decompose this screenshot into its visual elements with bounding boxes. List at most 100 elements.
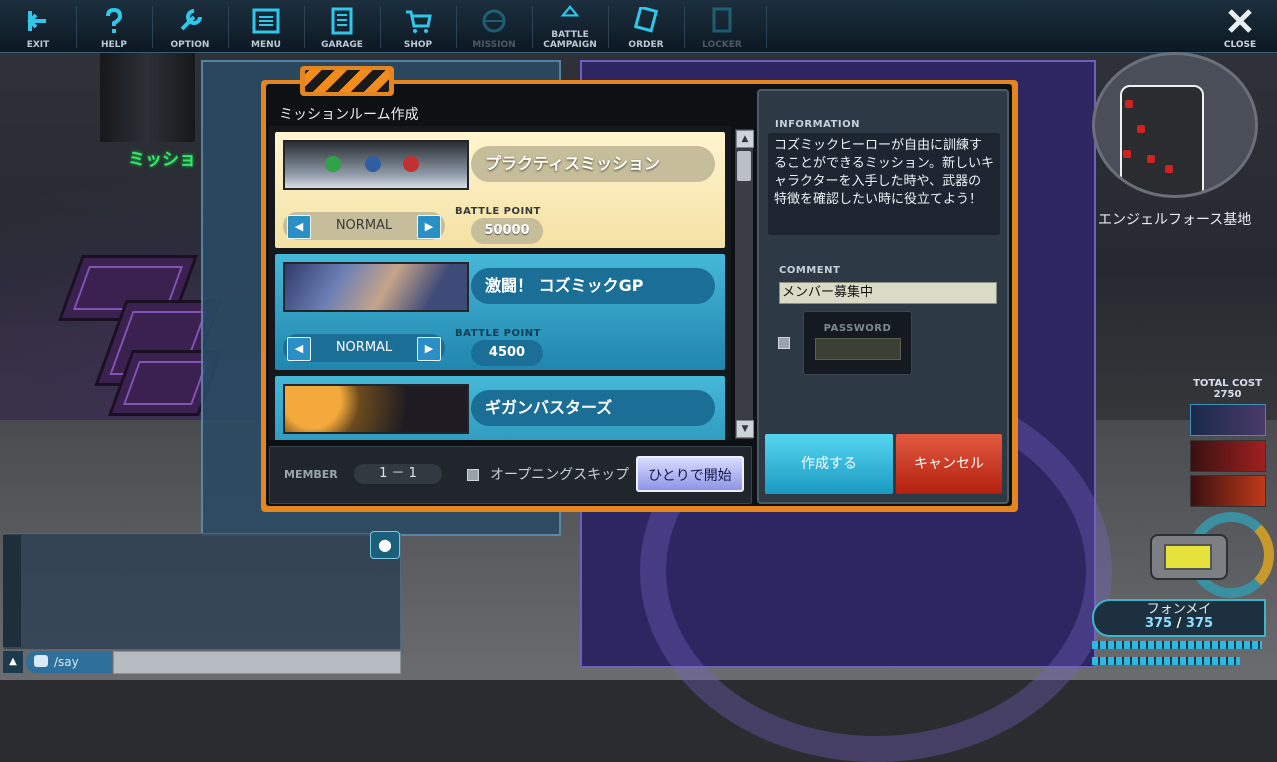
- mission-icon: [482, 9, 506, 33]
- opening-skip-label: オープニングスキップ: [490, 467, 630, 483]
- battle-point-label: BATTLE POINT: [455, 206, 541, 217]
- password-checkbox[interactable]: [778, 337, 790, 349]
- chat-log[interactable]: [3, 533, 401, 650]
- battle-point-value: 4500: [471, 340, 543, 366]
- scroll-thumb[interactable]: [737, 151, 751, 181]
- difficulty-prev-button[interactable]: ◀: [287, 337, 311, 361]
- help-label: HELP: [100, 40, 127, 50]
- opening-skip-checkbox[interactable]: [467, 469, 479, 481]
- chat-scrollbar[interactable]: [3, 535, 21, 647]
- mission-list-scrollbar[interactable]: ▲ ▼: [735, 129, 754, 439]
- option-label: OPTION: [170, 40, 210, 50]
- location-name: エンジェルフォース基地: [1098, 212, 1252, 228]
- password-box: PASSWORD: [803, 311, 912, 375]
- garage-button[interactable]: GARAGE: [304, 0, 380, 52]
- battle-campaign-button[interactable]: BATTLE CAMPAIGN: [532, 0, 608, 52]
- close-button[interactable]: CLOSE: [1203, 0, 1277, 52]
- help-icon: [106, 7, 123, 33]
- hp-separator: /: [1176, 616, 1182, 631]
- close-icon: [1228, 9, 1252, 33]
- mission-thumbnail: [283, 140, 469, 190]
- locker-label: LOCKER: [702, 40, 742, 50]
- sp-bar: [1092, 657, 1240, 665]
- exit-label: EXIT: [26, 40, 50, 50]
- difficulty-value: NORMAL: [335, 340, 393, 355]
- hp-bar: [1092, 641, 1262, 649]
- shop-button[interactable]: SHOP: [380, 0, 456, 52]
- chat-bar: ▲ /say: [3, 651, 401, 674]
- mission-card-cosmic-gp[interactable]: 激闘！ コズミックGP ◀ NORMAL ▶ BATTLE POINT 4500: [275, 254, 725, 370]
- team-portrait[interactable]: [1190, 440, 1266, 472]
- hp-max: 375: [1185, 616, 1214, 631]
- mission-thumbnail: [283, 262, 469, 312]
- exit-button[interactable]: EXIT: [0, 0, 76, 52]
- chat-bubble-icon: ●: [378, 535, 392, 554]
- minimap[interactable]: [1092, 52, 1258, 198]
- chat-input[interactable]: [113, 651, 401, 674]
- mission-name: ギガンバスターズ: [471, 390, 715, 426]
- shop-label: SHOP: [403, 40, 433, 50]
- difficulty-value: NORMAL: [335, 218, 393, 233]
- password-input[interactable]: [815, 338, 901, 360]
- comment-heading: COMMENT: [779, 265, 841, 276]
- scroll-down-button[interactable]: ▼: [736, 420, 754, 438]
- difficulty-selector: ◀ NORMAL ▶: [283, 334, 445, 362]
- battle-point-value: 50000: [471, 218, 543, 244]
- mission-card-practice[interactable]: プラクティスミッション ◀ NORMAL ▶ BATTLE POINT 5000…: [275, 132, 725, 248]
- minimap-marker: [1125, 100, 1133, 108]
- chat-toggle-button[interactable]: ●: [370, 531, 400, 559]
- dialog-title: ミッションルーム作成: [279, 107, 419, 123]
- locker-button[interactable]: LOCKER: [684, 0, 760, 52]
- hp-current: 375: [1144, 616, 1173, 631]
- help-button[interactable]: HELP: [76, 0, 152, 52]
- mission-name: 激闘！ コズミックGP: [471, 268, 715, 304]
- solo-start-button[interactable]: ひとりで開始: [636, 456, 744, 492]
- locker-icon: [712, 7, 732, 33]
- minimap-marker: [1123, 150, 1131, 158]
- minimap-marker: [1165, 165, 1173, 173]
- pillar: [100, 52, 195, 142]
- order-button[interactable]: ORDER: [608, 0, 684, 52]
- total-cost-value: 2750: [1213, 389, 1242, 400]
- information-heading: INFORMATION: [775, 119, 860, 130]
- mission-thumbnail: [283, 384, 469, 434]
- chat-mode-button[interactable]: /say: [26, 651, 112, 673]
- chat-expand-button[interactable]: ▲: [3, 651, 23, 673]
- order-icon: [633, 7, 659, 33]
- create-button[interactable]: 作成する: [765, 434, 893, 494]
- mission-card-gigan-busters[interactable]: ギガンバスターズ: [275, 376, 725, 440]
- mission-button[interactable]: MISSION: [456, 0, 532, 52]
- order-label: ORDER: [628, 40, 664, 50]
- menu-icon: [252, 8, 280, 34]
- dialog-hazard-tab: [300, 66, 394, 96]
- option-button[interactable]: OPTION: [152, 0, 228, 52]
- top-toolbar: EXIT HELP OPTION MENU GARAGE SHOP MISSIO…: [0, 0, 1277, 53]
- scroll-up-button[interactable]: ▲: [736, 130, 754, 148]
- team-portrait[interactable]: [1190, 475, 1266, 507]
- minimap-marker: [1147, 155, 1155, 163]
- cancel-button[interactable]: キャンセル: [896, 434, 1002, 494]
- exit-icon: [27, 11, 46, 31]
- zone-label: ミッショ: [128, 150, 196, 170]
- toolbar-divider: [766, 6, 767, 48]
- garage-label: GARAGE: [321, 40, 363, 50]
- difficulty-next-button[interactable]: ▶: [417, 215, 441, 239]
- menu-button[interactable]: MENU: [228, 0, 304, 52]
- mission-label: MISSION: [472, 40, 516, 50]
- comment-input[interactable]: メンバー募集中: [779, 282, 997, 304]
- total-cost: TOTAL COST 2750: [1190, 378, 1265, 400]
- difficulty-prev-button[interactable]: ◀: [287, 215, 311, 239]
- team-portrait[interactable]: [1190, 404, 1266, 436]
- chat-icon: [34, 655, 48, 667]
- mission-name: プラクティスミッション: [471, 146, 715, 182]
- battle-campaign-label: BATTLE CAMPAIGN: [543, 30, 597, 50]
- battle-campaign-icon: [560, 5, 580, 17]
- garage-icon: [331, 7, 353, 35]
- member-label: MEMBER: [284, 468, 338, 481]
- total-cost-label: TOTAL COST: [1193, 378, 1262, 389]
- player-status: フォンメイ 375 / 375: [1092, 599, 1266, 637]
- menu-label: MENU: [251, 40, 281, 50]
- member-count: 1 － 1: [354, 464, 442, 484]
- mission-list: プラクティスミッション ◀ NORMAL ▶ BATTLE POINT 5000…: [269, 126, 731, 440]
- difficulty-next-button[interactable]: ▶: [417, 337, 441, 361]
